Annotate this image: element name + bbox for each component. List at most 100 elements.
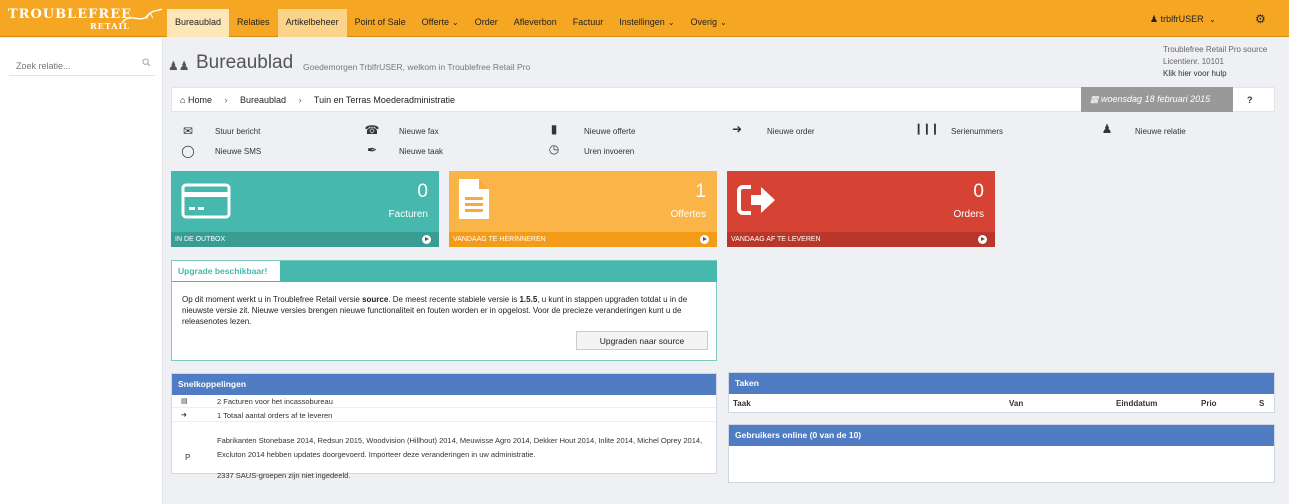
saus-text[interactable]: 2337 SAUS-groepen zijn niet ingedeeld. — [217, 471, 350, 480]
offertes-count: 1 — [695, 181, 706, 202]
nieuwe-fax-link[interactable]: Nieuwe fax — [399, 127, 439, 136]
nieuwe-order-link[interactable]: Nieuwe order — [767, 127, 815, 136]
users-icon: ♟♟ — [168, 59, 190, 73]
updates-text[interactable]: Fabrikanten Stonebase 2014, Redsun 2015,… — [217, 434, 707, 462]
nav-offerte[interactable]: Offerte ⌄ — [414, 9, 467, 37]
facturen-tile[interactable]: 0 Facturen IN DE OUTBOX — [171, 171, 439, 247]
user-icon[interactable]: ♟ — [1099, 122, 1115, 136]
help-button[interactable]: ? — [1247, 95, 1253, 105]
speech-bubble-icon[interactable]: ◯ — [180, 144, 196, 158]
nav-artikelbeheer[interactable]: Artikelbeheer — [277, 9, 347, 37]
logo-line1: TROUBLEFREE — [8, 7, 133, 22]
breadcrumb-trail: ⌂ Home › Bureaublad › Tuin en Terras Moe… — [180, 95, 455, 105]
nav-point-of-sale[interactable]: Point of Sale — [347, 9, 414, 37]
top-navbar: TROUBLEFREE RETAIL Bureaublad Relaties A… — [0, 0, 1289, 37]
chat-bubbles-icon[interactable]: ✉ — [180, 124, 196, 138]
list-item[interactable]: ▤ 2 Facturen voor het incassobureau — [172, 395, 716, 408]
snelkoppelingen-title: Snelkoppelingen — [172, 374, 716, 395]
phone-icon[interactable]: ☎ — [364, 123, 380, 137]
col-van[interactable]: Van — [1009, 399, 1023, 408]
arrow-right-icon — [422, 235, 431, 244]
search-input[interactable] — [9, 56, 155, 76]
search-icon[interactable] — [142, 58, 151, 67]
chevron-down-icon: ⌄ — [667, 18, 675, 27]
credit-card-icon: ▤ — [181, 398, 188, 405]
date-text: woensdag 18 februari 2015 — [1101, 94, 1211, 104]
upgrade-panel: Upgrade beschikbaar! Op dit moment werkt… — [171, 260, 717, 361]
upgrade-version-latest: 1.5.5 — [519, 295, 538, 304]
nav-relaties[interactable]: Relaties — [229, 9, 278, 37]
nav-factuur[interactable]: Factuur — [565, 9, 612, 37]
breadcrumb-separator: › — [298, 95, 302, 105]
license-info: Troublefree Retail Pro source Licentienr… — [1163, 44, 1267, 80]
stuur-bericht-link[interactable]: Stuur bericht — [215, 127, 260, 136]
calendar-icon: ▦ — [1090, 94, 1099, 104]
clock-icon[interactable]: ◷ — [546, 142, 562, 156]
nav-instellingen[interactable]: Instellingen ⌄ — [611, 9, 682, 37]
nav-overig[interactable]: Overig ⌄ — [683, 9, 735, 37]
page-title: Bureaublad — [196, 52, 294, 73]
user-menu[interactable]: ♟ trblfrUSER ⌄ — [1150, 14, 1216, 25]
upgrade-button[interactable]: Upgraden naar source — [576, 331, 708, 350]
help-link[interactable]: Klik hier voor hulp — [1163, 68, 1267, 80]
greeting-text: Goedemorgen TrblfrUSER, welkom in Troubl… — [303, 62, 531, 72]
upgrade-header-bar — [280, 261, 717, 282]
document-icon[interactable]: ▮ — [546, 122, 562, 136]
gear-icon[interactable]: ⚙ — [1255, 12, 1266, 26]
arrow-right-icon — [978, 235, 987, 244]
col-prio[interactable]: Prio — [1201, 399, 1217, 408]
breadcrumb: ⌂ Home › Bureaublad › Tuin en Terras Moe… — [171, 87, 1275, 112]
offertes-tile[interactable]: 1 Offertes VANDAAG TE HERINNEREN — [449, 171, 717, 247]
breadcrumb-bureaublad[interactable]: Bureaublad — [240, 95, 286, 105]
list-item-text: 1 Totaal aantal orders af te leveren — [217, 411, 333, 420]
nav-afleverbon[interactable]: Afleverbon — [506, 9, 565, 37]
p-icon: P — [185, 453, 191, 462]
credit-card-icon — [181, 183, 231, 219]
online-users-title: Gebruikers online (0 van de 10) — [729, 425, 1274, 446]
document-icon — [459, 179, 489, 219]
paperclip-icon[interactable]: ✒ — [364, 143, 380, 157]
license-number: Licentienr. 10101 — [1163, 57, 1224, 66]
upgrade-title: Upgrade beschikbaar! — [172, 261, 280, 282]
main-nav: Bureaublad Relaties Artikelbeheer Point … — [167, 9, 735, 37]
nieuwe-sms-link[interactable]: Nieuwe SMS — [215, 147, 261, 156]
breadcrumb-administratie[interactable]: Tuin en Terras Moederadministratie — [314, 95, 455, 105]
sign-out-icon[interactable]: ➜ — [729, 122, 745, 136]
nav-overig-label: Overig — [690, 17, 718, 27]
nav-bureaublad[interactable]: Bureaublad — [167, 9, 230, 37]
offertes-label: Offertes — [670, 209, 706, 220]
date-display: ▦ woensdag 18 februari 2015 — [1081, 87, 1233, 112]
orders-label: Orders — [953, 209, 984, 220]
col-einddatum[interactable]: Einddatum — [1116, 399, 1157, 408]
chevron-down-icon: ⌄ — [452, 18, 459, 27]
snelkoppelingen-panel: Snelkoppelingen ▤ 2 Facturen voor het in… — [171, 373, 717, 480]
nav-offerte-label: Offerte — [421, 17, 449, 27]
app-logo[interactable]: TROUBLEFREE RETAIL — [8, 7, 163, 33]
orders-count: 0 — [973, 181, 984, 202]
online-users-panel: Gebruikers online (0 van de 10) — [728, 424, 1275, 483]
orders-tile[interactable]: 0 Orders VANDAAG AF TE LEVEREN — [727, 171, 995, 247]
chevron-down-icon: ⌄ — [720, 18, 727, 27]
offertes-footer: VANDAAG TE HERINNEREN — [449, 232, 717, 247]
facturen-footer: IN DE OUTBOX — [171, 232, 439, 247]
list-item-text: 2 Facturen voor het incassobureau — [217, 397, 333, 406]
col-taak[interactable]: Taak — [733, 399, 751, 408]
uren-invoeren-link[interactable]: Uren invoeren — [584, 147, 634, 156]
col-s[interactable]: S — [1259, 399, 1264, 408]
nieuwe-relatie-link[interactable]: Nieuwe relatie — [1135, 127, 1186, 136]
arrow-right-icon — [700, 235, 709, 244]
facturen-label: Facturen — [388, 209, 428, 220]
upgrade-version-current: source — [362, 295, 389, 304]
taken-title: Taken — [729, 373, 1274, 394]
nieuwe-taak-link[interactable]: Nieuwe taak — [399, 147, 443, 156]
sign-out-icon — [737, 185, 775, 215]
list-item[interactable]: ➜ 1 Totaal aantal orders af te leveren — [172, 409, 716, 422]
nieuwe-offerte-link[interactable]: Nieuwe offerte — [584, 127, 635, 136]
home-icon: ⌂ — [180, 95, 186, 105]
sidebar — [0, 38, 163, 504]
breadcrumb-home[interactable]: Home — [188, 95, 212, 105]
serienummers-link[interactable]: Serienummers — [951, 127, 1003, 136]
taken-table-header: Taak Van Einddatum Prio S — [729, 394, 1274, 413]
barcode-icon[interactable]: ❙❙❙ — [914, 122, 940, 136]
nav-order[interactable]: Order — [467, 9, 506, 37]
